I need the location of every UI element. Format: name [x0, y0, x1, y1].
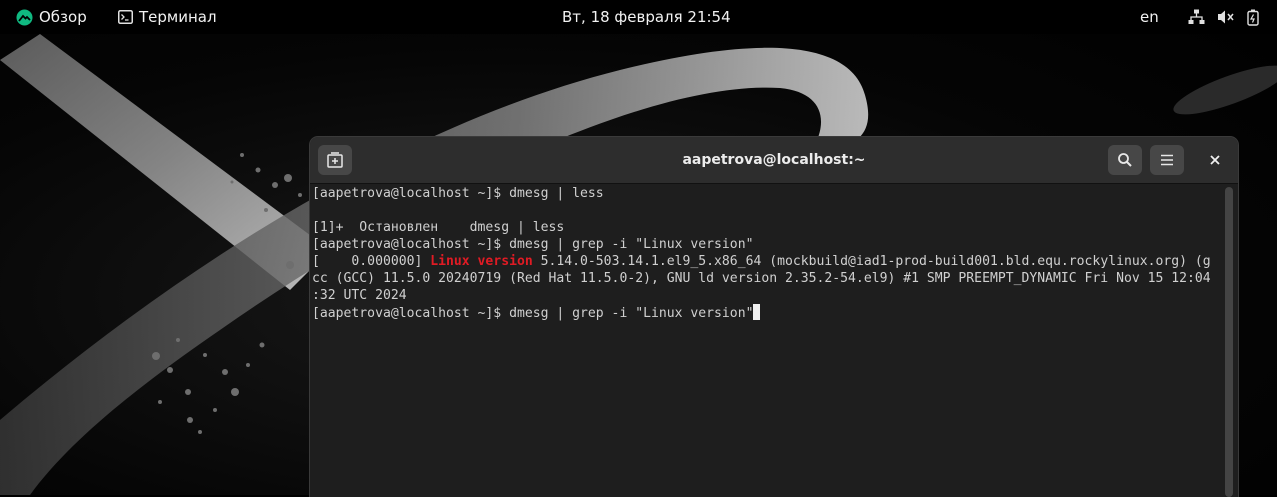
system-status-menu[interactable]: [1188, 0, 1259, 34]
new-tab-button[interactable]: [318, 145, 352, 175]
main-menu-button[interactable]: [1150, 145, 1184, 175]
terminal-line: [1]+ Остановлен dmesg | less: [312, 220, 565, 235]
close-button[interactable]: [1198, 145, 1232, 175]
text-cursor: [753, 304, 761, 320]
kernel-version-text: 5.14.0-503.14.1.el9_5.x86_64 (mockbuild@…: [532, 254, 1211, 269]
kernel-timestamp: [ 0.000000]: [312, 254, 431, 269]
terminal-line: [aapetrova@localhost ~]$ dmesg | grep -i…: [312, 237, 754, 252]
activities-button[interactable]: Обзор: [16, 0, 87, 34]
grep-match-highlight: Linux version: [430, 254, 533, 269]
clock-button[interactable]: Вт, 18 февраля 21:54: [562, 0, 731, 34]
window-title: aapetrova@localhost:~: [682, 152, 866, 168]
current-prompt: [aapetrova@localhost ~]$ dmesg | grep -i…: [312, 306, 754, 321]
close-icon: [1210, 155, 1220, 165]
terminal-window[interactable]: aapetrova@localhost:~ [aapetrova@localho…: [310, 137, 1238, 497]
search-button[interactable]: [1108, 145, 1142, 175]
activities-label: Обзор: [39, 8, 87, 26]
app-label: Терминал: [139, 8, 217, 26]
volume-muted-icon: [1218, 10, 1234, 24]
clock: Вт, 18 февраля 21:54: [562, 8, 731, 26]
terminal-output[interactable]: [aapetrova@localhost ~]$ dmesg | less [1…: [312, 185, 1222, 497]
kernel-version-line: [ 0.000000] Linux version 5.14.0-503.14.…: [312, 253, 1222, 270]
hamburger-menu-icon: [1161, 154, 1173, 166]
terminal-line: [aapetrova@localhost ~]$ dmesg | less: [312, 186, 604, 201]
rocky-logo-icon: [16, 9, 33, 25]
terminal-app-icon: [118, 10, 133, 24]
window-headerbar[interactable]: aapetrova@localhost:~: [310, 137, 1238, 184]
current-prompt-line[interactable]: [aapetrova@localhost ~]$ dmesg | grep -i…: [312, 304, 1222, 321]
top-bar: Обзор Терминал Вт, 18 февраля 21:54 en: [0, 0, 1277, 34]
new-tab-icon: [327, 152, 343, 168]
search-icon: [1118, 153, 1132, 167]
battery-icon: [1247, 9, 1259, 26]
scrollbar[interactable]: [1225, 187, 1233, 497]
keyboard-layout-label: en: [1140, 8, 1159, 26]
app-menu-button[interactable]: Терминал: [118, 0, 217, 34]
terminal-line: cc (GCC) 11.5.0 20240719 (Red Hat 11.5.0…: [312, 271, 1211, 286]
keyboard-layout-indicator[interactable]: en: [1140, 0, 1159, 34]
network-icon: [1188, 9, 1205, 24]
terminal-line: :32 UTC 2024: [312, 288, 407, 303]
